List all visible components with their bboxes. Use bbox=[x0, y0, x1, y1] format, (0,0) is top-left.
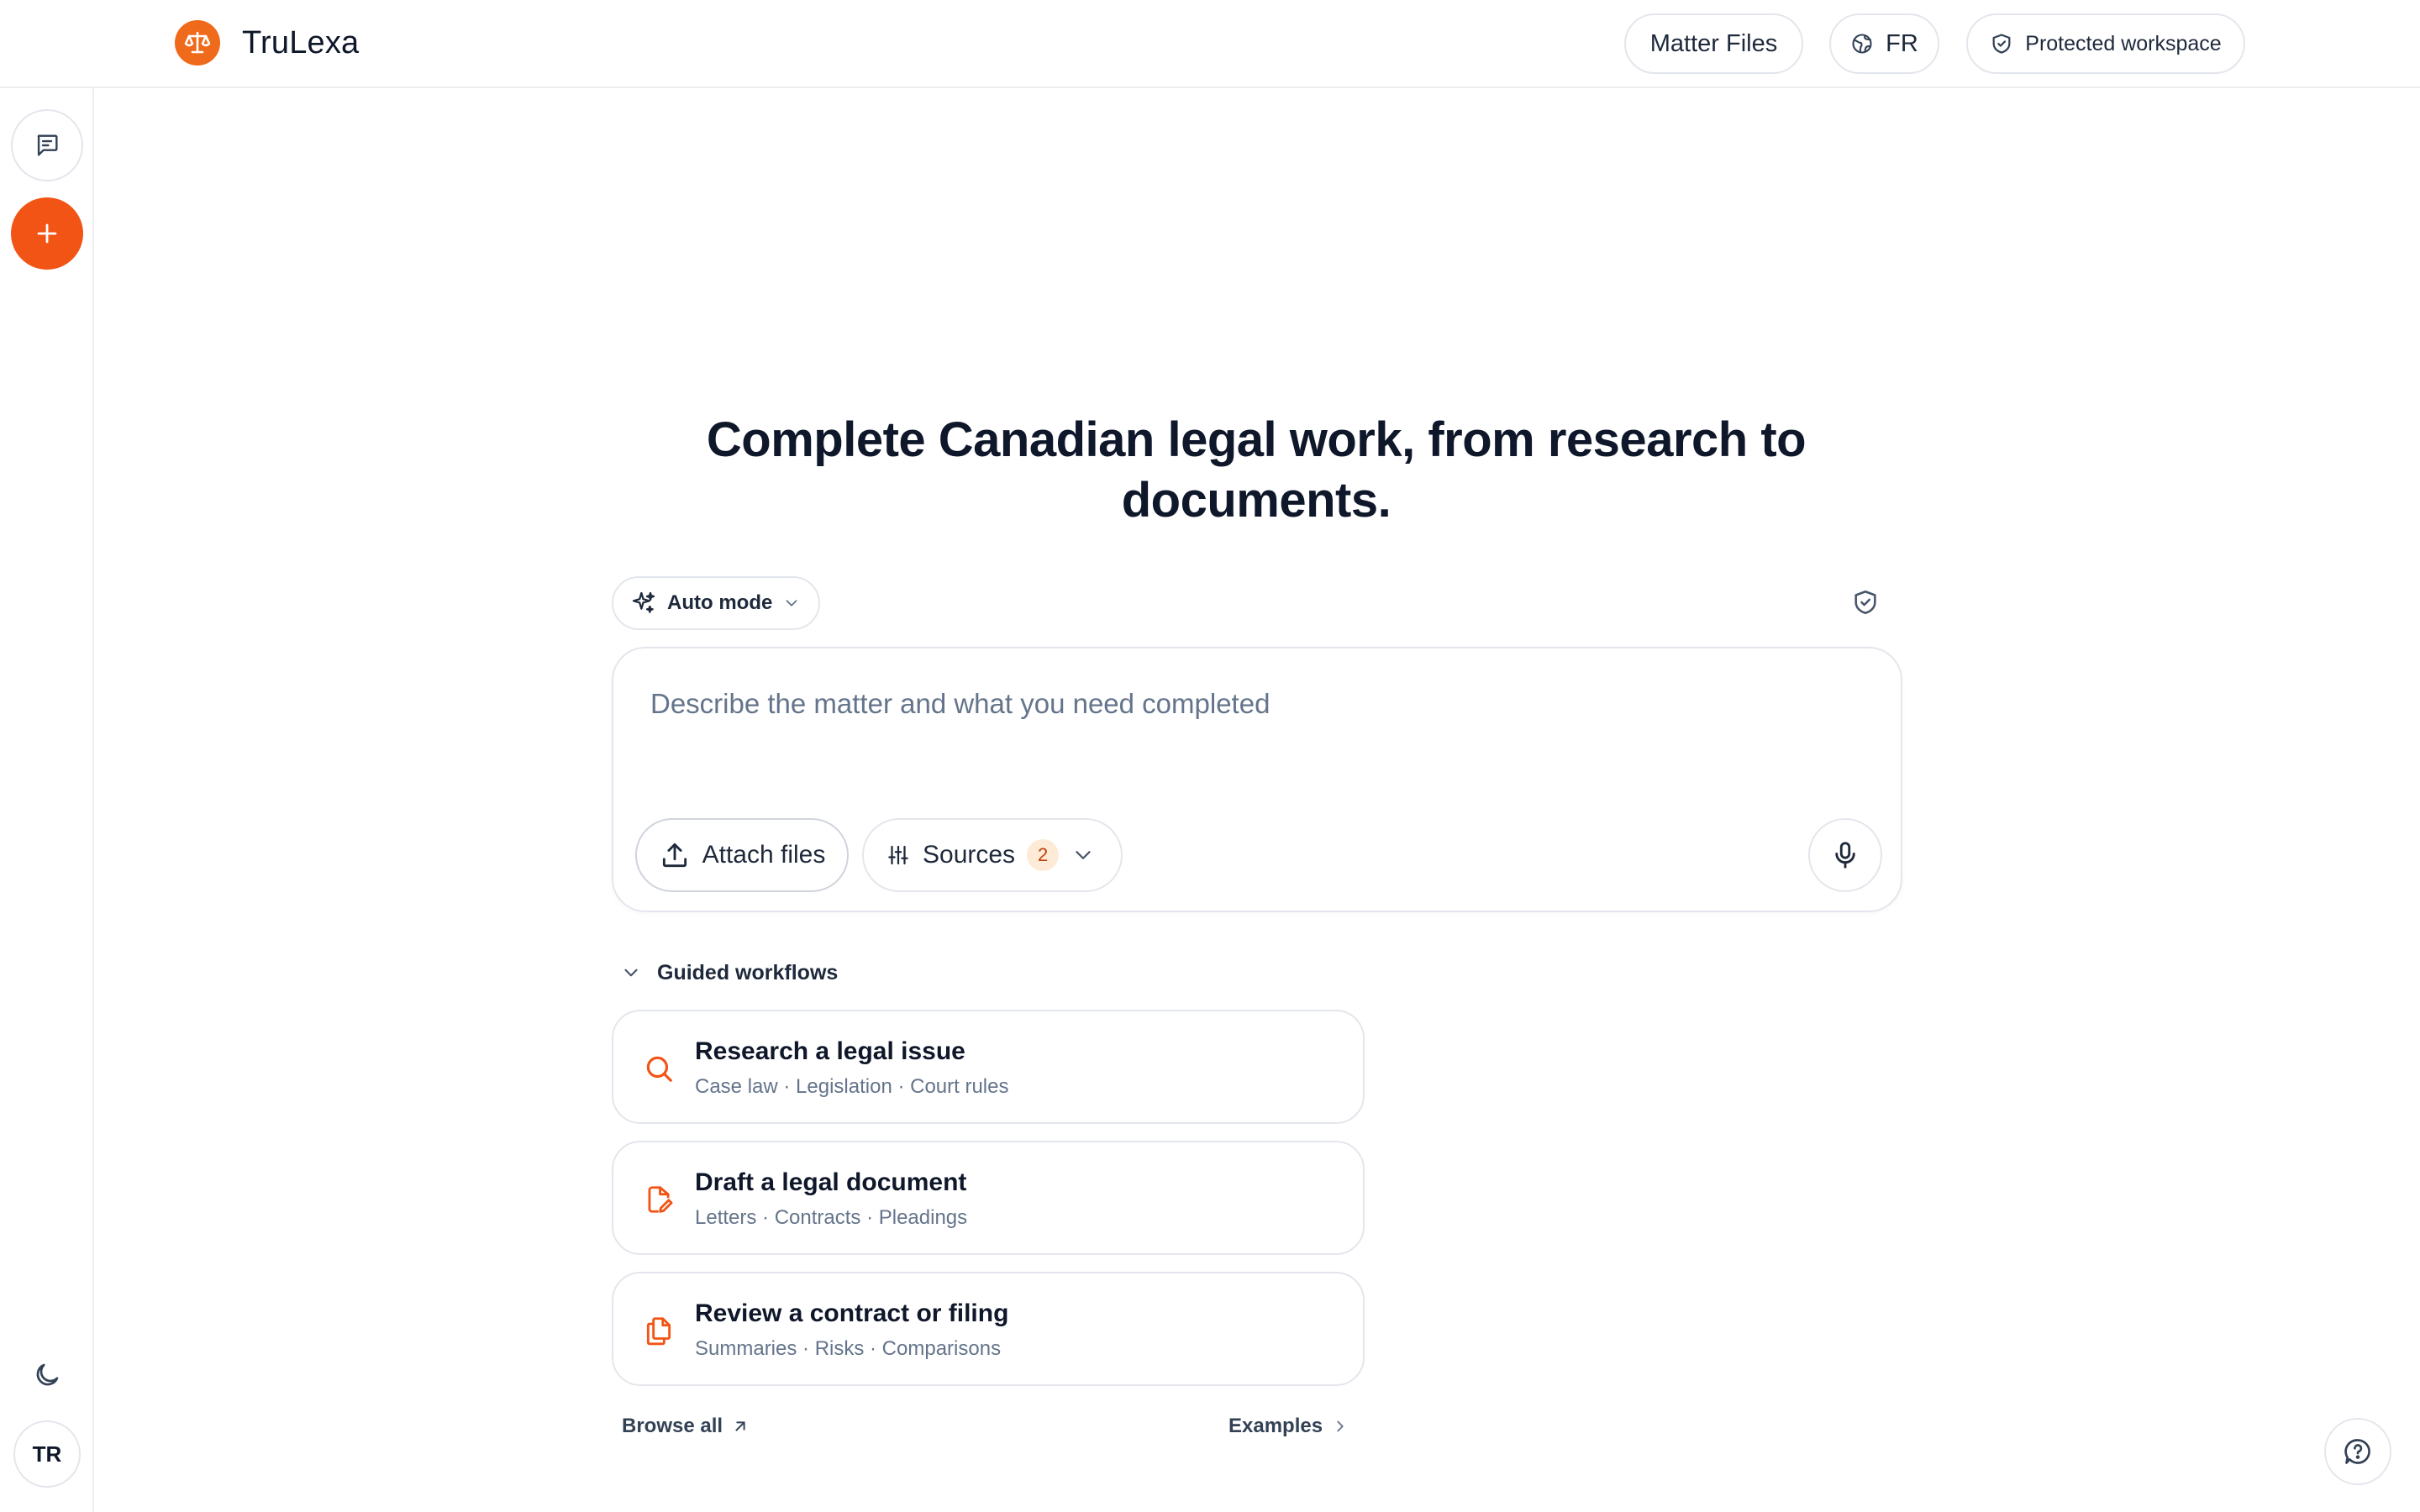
composer: Attach files Sources 2 bbox=[612, 647, 1902, 912]
plus-icon bbox=[33, 219, 61, 248]
sources-label: Sources bbox=[923, 841, 1016, 869]
globe-icon bbox=[1850, 32, 1874, 55]
voice-input-button[interactable] bbox=[1808, 818, 1882, 892]
shield-check-icon bbox=[1851, 588, 1880, 617]
theme-toggle-button[interactable] bbox=[20, 1348, 74, 1402]
upload-icon bbox=[659, 839, 691, 871]
matter-files-label: Matter Files bbox=[1649, 29, 1778, 57]
chevron-right-icon bbox=[1331, 1417, 1349, 1436]
protected-workspace-button[interactable]: Protected workspace bbox=[1966, 13, 2245, 74]
attach-files-label: Attach files bbox=[702, 841, 826, 869]
workflow-title: Review a contract or filing bbox=[695, 1299, 1009, 1327]
moon-icon bbox=[32, 1360, 62, 1390]
avatar[interactable]: TR bbox=[13, 1420, 81, 1488]
sliders-icon bbox=[886, 843, 911, 868]
language-toggle-button[interactable]: FR bbox=[1829, 13, 1939, 74]
workflow-card-review[interactable]: Review a contract or filing Summaries · … bbox=[612, 1272, 1365, 1386]
chevron-down-icon bbox=[782, 594, 801, 612]
mode-label: Auto mode bbox=[667, 591, 773, 614]
matter-files-button[interactable]: Matter Files bbox=[1624, 13, 1803, 74]
app-name[interactable]: TruLexa bbox=[242, 22, 359, 64]
search-icon bbox=[640, 1050, 677, 1087]
workflow-subtitle: Letters · Contracts · Pleadings bbox=[695, 1206, 968, 1229]
browse-all-link[interactable]: Browse all bbox=[622, 1415, 750, 1438]
workflow-title: Draft a legal document bbox=[695, 1168, 967, 1196]
prompt-input[interactable] bbox=[650, 679, 1827, 729]
chat-icon bbox=[33, 131, 61, 160]
attach-files-button[interactable]: Attach files bbox=[635, 818, 849, 892]
guided-workflows-toggle[interactable]: Guided workflows bbox=[620, 958, 838, 988]
language-label: FR bbox=[1886, 29, 1918, 57]
left-rail bbox=[0, 88, 94, 1512]
workflow-card-research[interactable]: Research a legal issue Case law · Legisl… bbox=[612, 1010, 1365, 1124]
document-edit-icon bbox=[640, 1181, 677, 1218]
workflow-subtitle: Summaries · Risks · Comparisons bbox=[695, 1337, 1002, 1360]
chevron-down-icon bbox=[1071, 843, 1096, 868]
arrow-up-right-icon bbox=[731, 1417, 750, 1436]
browse-all-label: Browse all bbox=[622, 1415, 723, 1437]
sparkles-icon bbox=[630, 590, 657, 617]
shield-check-icon bbox=[1990, 32, 2013, 55]
workspace-status-label: Protected workspace bbox=[2025, 31, 2222, 55]
help-chat-icon bbox=[2343, 1436, 2373, 1467]
workflow-title: Research a legal issue bbox=[695, 1037, 965, 1065]
privacy-shield-button[interactable] bbox=[1849, 585, 1882, 619]
workflow-subtitle: Case law · Legislation · Court rules bbox=[695, 1075, 1009, 1098]
examples-label: Examples bbox=[1228, 1415, 1323, 1437]
chats-button[interactable] bbox=[11, 109, 83, 181]
examples-link[interactable]: Examples bbox=[1228, 1415, 1349, 1438]
copy-documents-icon bbox=[640, 1312, 677, 1349]
microphone-icon bbox=[1829, 839, 1861, 871]
logo-icon[interactable] bbox=[175, 20, 220, 66]
chevron-down-icon bbox=[620, 962, 642, 984]
page-title: Complete Canadian legal work, from resea… bbox=[706, 412, 1807, 528]
workflow-card-draft[interactable]: Draft a legal document Letters · Contrac… bbox=[612, 1141, 1365, 1255]
sources-count-badge: 2 bbox=[1027, 839, 1060, 871]
help-button[interactable] bbox=[2324, 1418, 2391, 1485]
mode-selector[interactable]: Auto mode bbox=[612, 576, 820, 630]
new-chat-button[interactable] bbox=[11, 197, 83, 270]
guided-workflows-heading: Guided workflows bbox=[657, 960, 839, 984]
sources-dropdown[interactable]: Sources 2 bbox=[862, 818, 1123, 892]
